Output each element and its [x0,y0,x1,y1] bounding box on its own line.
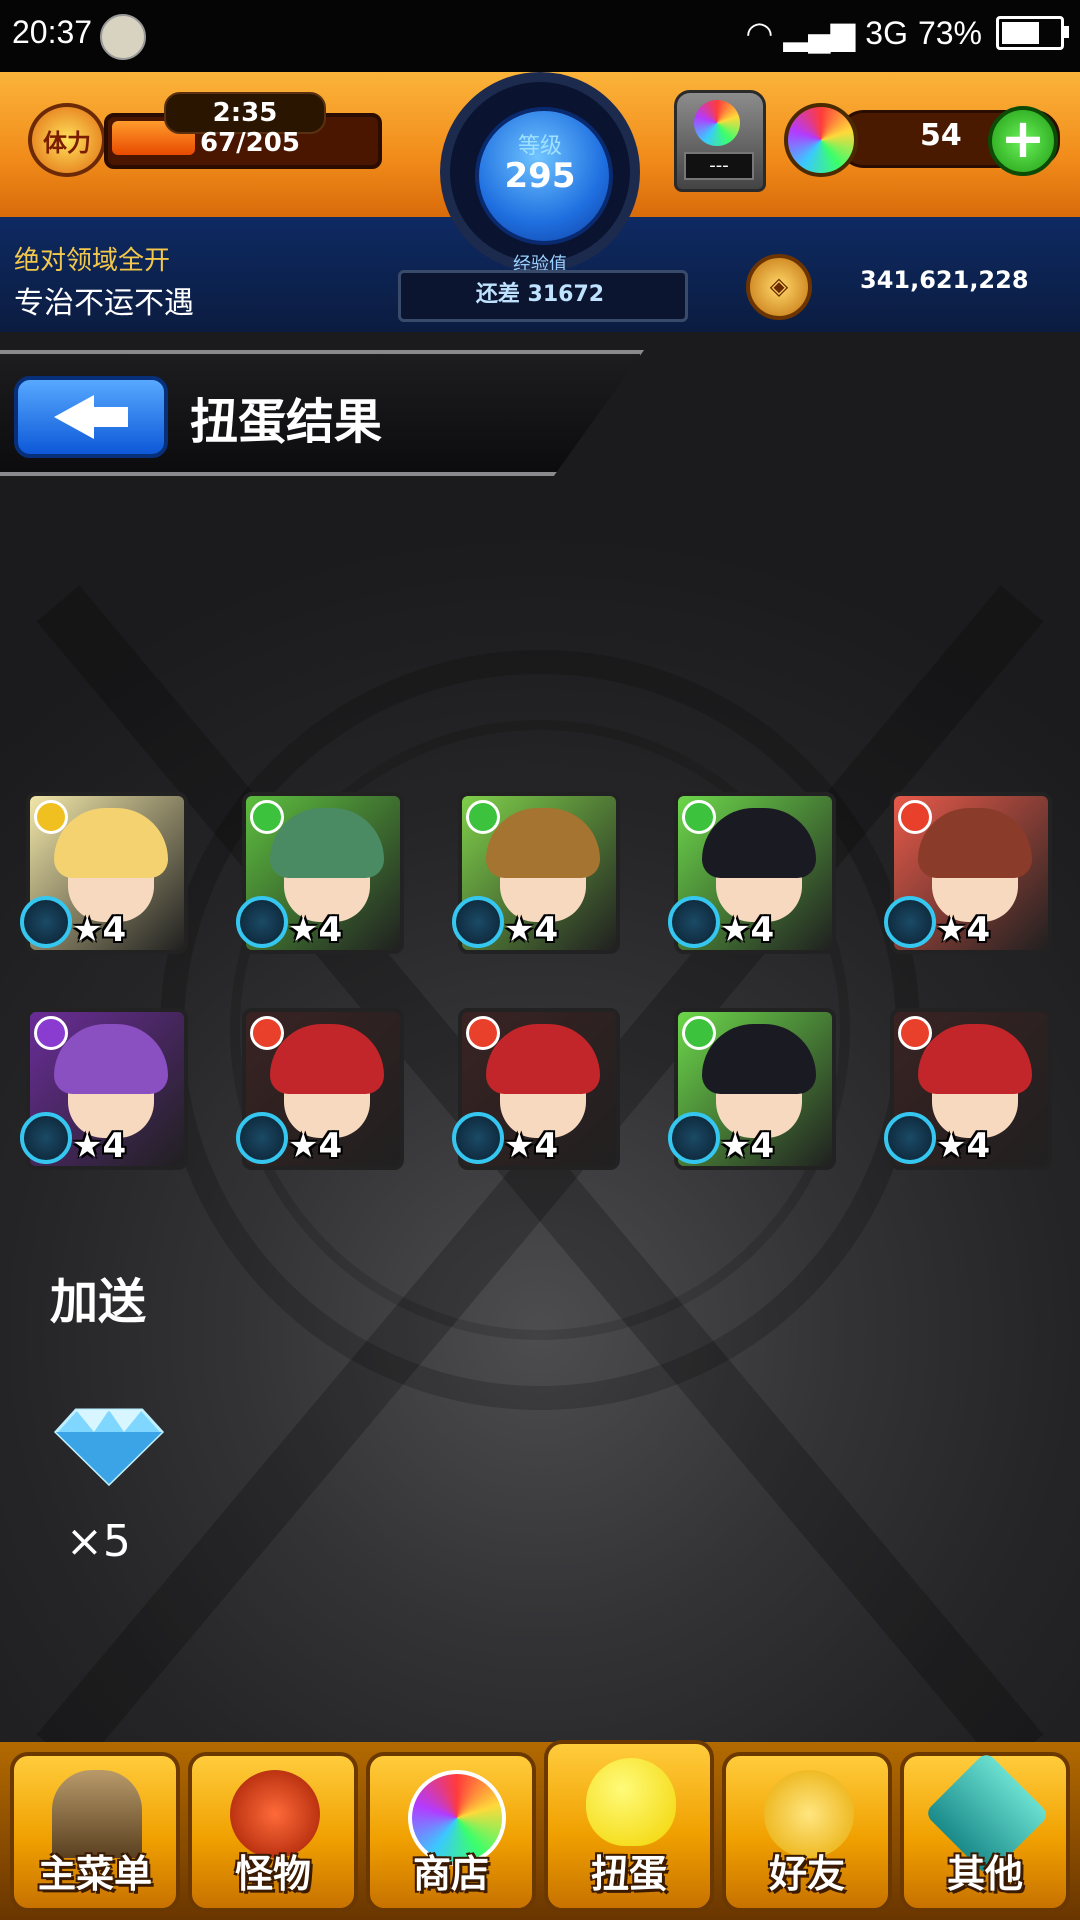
add-orbs-button[interactable]: + [988,106,1058,176]
gacha-machine-orb-icon [694,100,740,146]
slot-ring-icon [236,1112,288,1164]
nav-egg-button[interactable]: 扭蛋 [544,1740,714,1912]
rarity-stars: ★4 [936,1126,991,1166]
slot-ring-icon [452,896,504,948]
back-arrow-icon [54,395,94,439]
monster-hair [702,1024,816,1094]
monster-hair [486,808,600,878]
bonus-count: ×5 [66,1516,131,1567]
monster-hair [918,808,1032,878]
status-indicators: ◠ ▂▄▆ 3G 73% [745,14,1069,52]
fire-element-icon [898,800,932,834]
nav-question-button[interactable]: 其他 [900,1751,1070,1912]
monster-hair [270,808,384,878]
rarity-stars: ★4 [504,1126,559,1166]
fire-element-icon [466,1016,500,1050]
wifi-icon: ◠ [745,15,774,51]
monster-hair [270,1024,384,1094]
rarity-stars: ★4 [936,910,991,950]
nav-label: 扭蛋 [590,1852,667,1896]
wood-element-icon [682,800,716,834]
rarity-stars: ★4 [72,1126,127,1166]
rarity-stars: ★4 [504,910,559,950]
status-time: 20:37 [12,14,93,50]
egg-icon [586,1758,676,1846]
rarity-stars: ★4 [288,910,343,950]
slot-ring-icon [20,896,72,948]
nav-label: 怪物 [234,1852,311,1896]
dark-element-icon [34,1016,68,1050]
orb-count: 54 [920,118,962,153]
battery-icon [996,16,1069,50]
player-title-line1: 绝对领域全开 [14,246,171,276]
slot-ring-icon [20,1112,72,1164]
slot-ring-icon [236,896,288,948]
rarity-stars: ★4 [720,1126,775,1166]
nav-rainbow-orb-button[interactable]: 商店 [366,1752,536,1912]
rarity-stars: ★4 [72,910,127,950]
nav-label: 好友 [768,1852,845,1896]
back-arrow-tail [92,407,128,427]
nav-label: 其他 [946,1852,1023,1896]
monster-hair [702,808,816,878]
rainbow-orb-icon [784,103,858,177]
level-value: 295 [504,156,576,196]
gold-coin-icon: ◈ [746,254,812,320]
monster-hair [54,808,168,878]
monster-hair [54,1024,168,1094]
gold-value: 341,621,228 [860,266,1029,294]
nav-gate-button[interactable]: 主菜单 [10,1752,180,1912]
fire-element-icon [250,1016,284,1050]
player-title-line2: 专治不运不遇 [14,286,194,321]
signal-icon: ▂▄▆ [783,15,856,51]
diamond-icon [54,1408,164,1486]
slot-ring-icon [884,896,936,948]
monster-hair [486,1024,600,1094]
stamina-icon: 体力 [28,103,106,177]
light-element-icon [34,800,68,834]
network-type: 3G [865,14,908,51]
battery-percent: 73% [917,14,982,51]
stamina-value: 67/205 [200,128,300,158]
wood-element-icon [682,1016,716,1050]
rarity-stars: ★4 [720,910,775,950]
fire-element-icon [898,1016,932,1050]
nav-label: 主菜单 [37,1852,152,1896]
page-title: 扭蛋结果 [190,394,383,450]
exp-remaining: 还差 31672 [475,282,605,307]
slot-ring-icon [884,1112,936,1164]
nav-friends-button[interactable]: 好友 [722,1752,892,1912]
monster-hair [918,1024,1032,1094]
back-button[interactable] [14,376,168,458]
wood-element-icon [466,800,500,834]
slot-ring-icon [668,1112,720,1164]
notification-avatar-icon [100,14,146,60]
nav-label: 商店 [412,1852,489,1896]
wood-element-icon [250,800,284,834]
nav-dragon-button[interactable]: 怪物 [188,1752,358,1912]
slot-ring-icon [668,896,720,948]
slot-ring-icon [452,1112,504,1164]
bonus-label: 加送 [50,1274,147,1330]
rarity-stars: ★4 [288,1126,343,1166]
gacha-machine-display: --- [684,152,754,180]
